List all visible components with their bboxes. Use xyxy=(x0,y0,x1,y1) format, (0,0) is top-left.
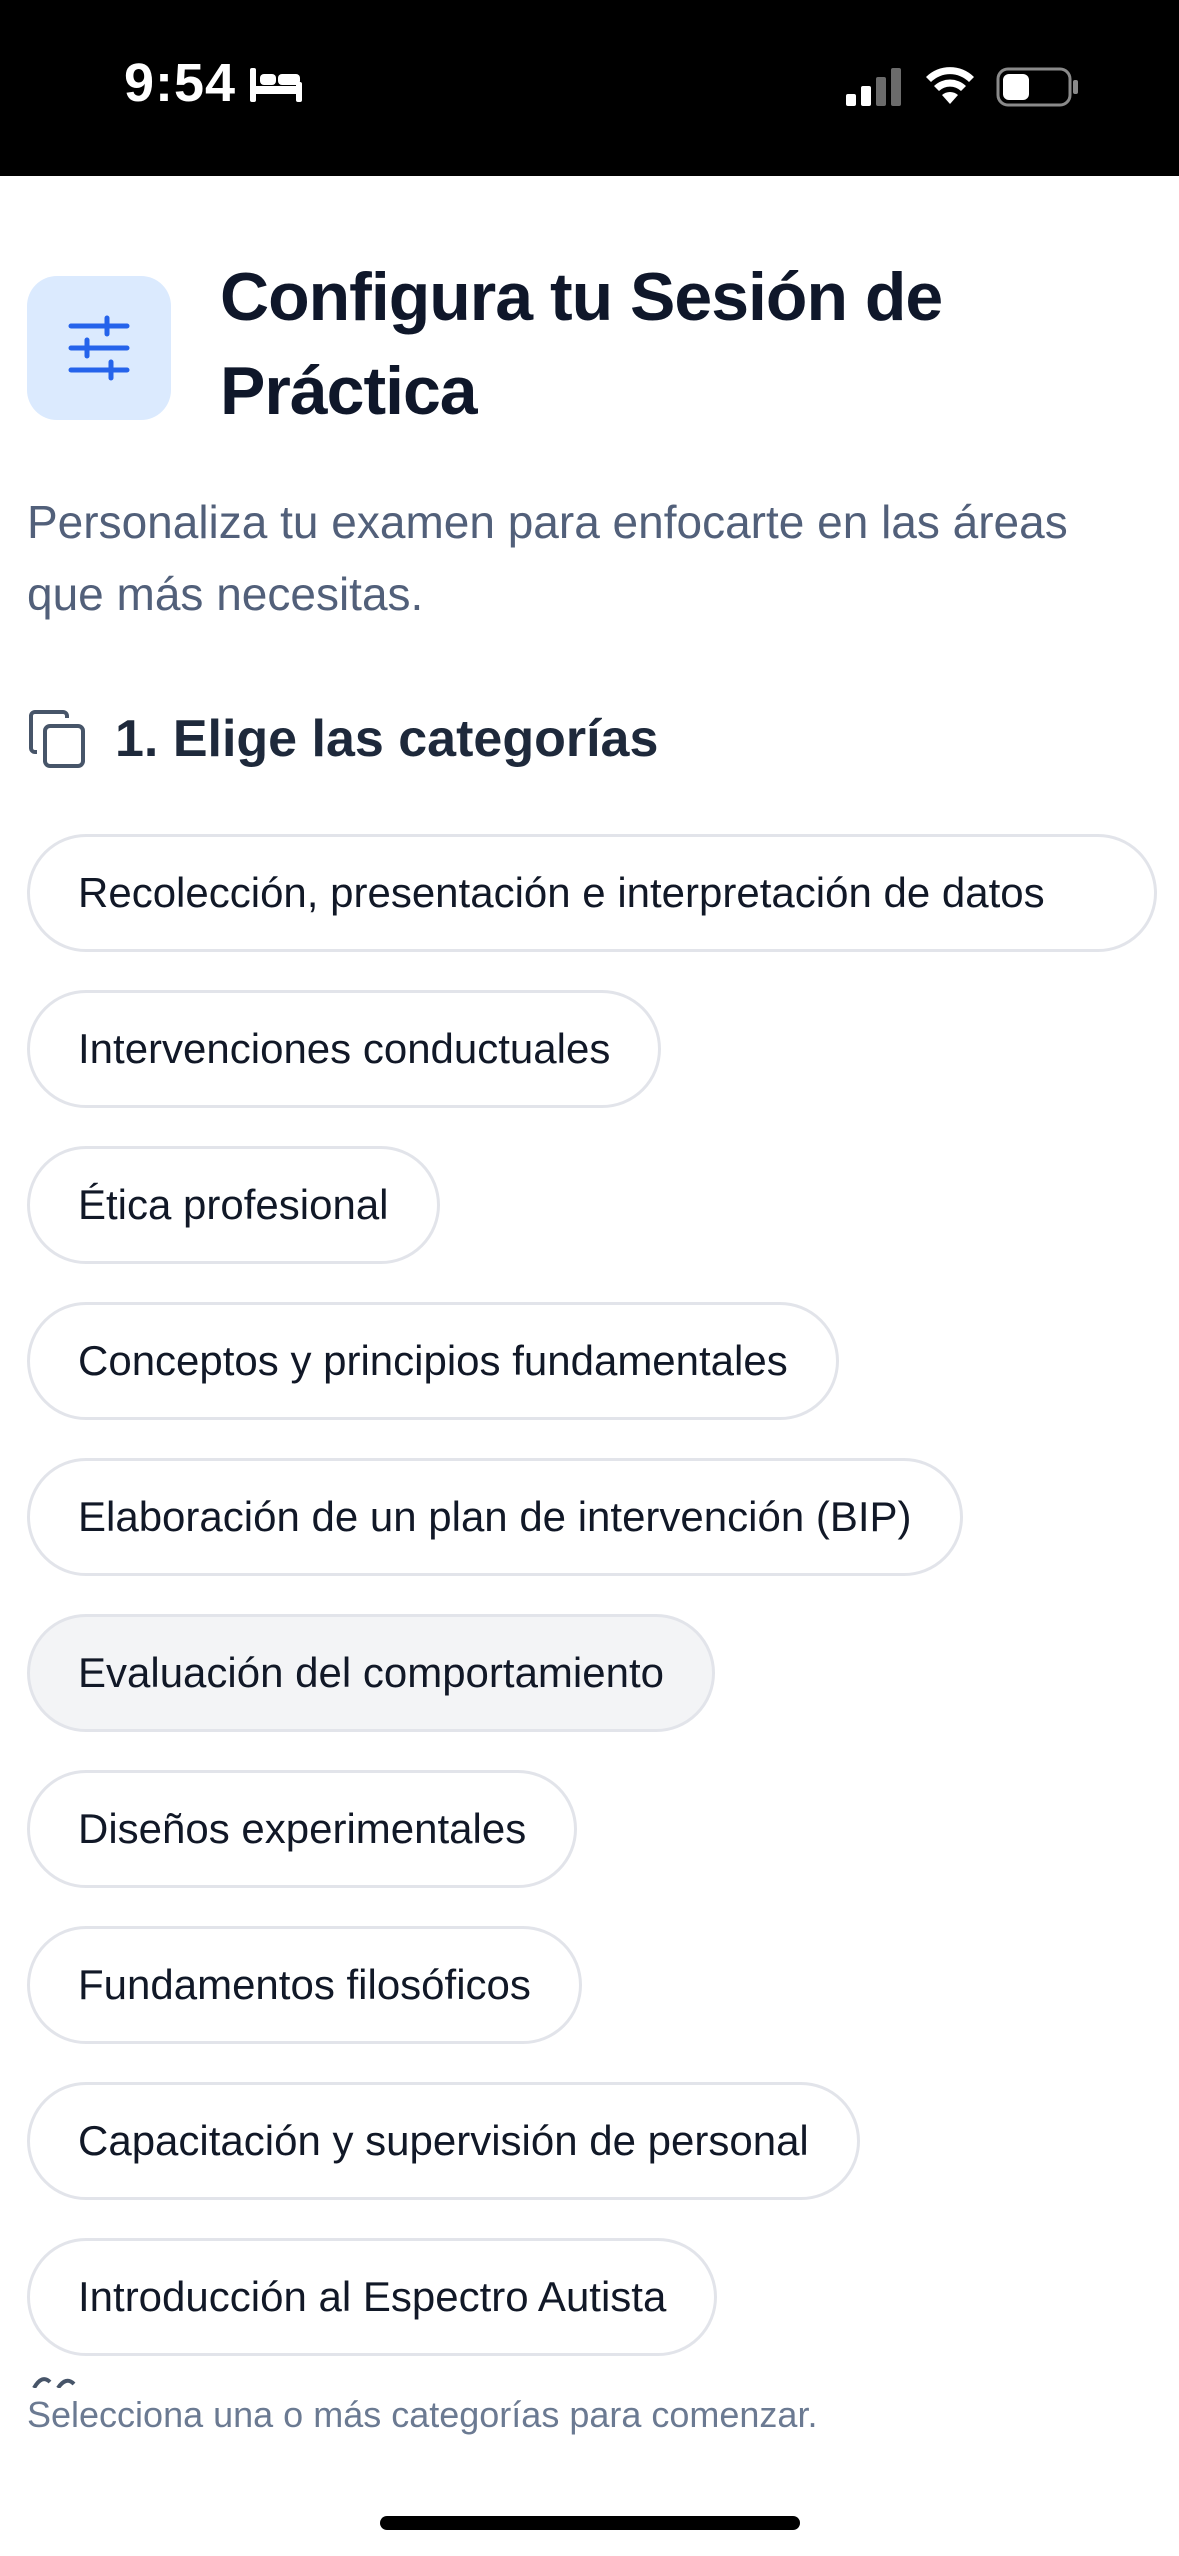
sliders-icon xyxy=(68,315,130,381)
bed-icon xyxy=(250,68,302,102)
category-chip-conceptos[interactable]: Conceptos y principios fundamentales xyxy=(27,1302,839,1420)
category-chip-datos[interactable]: Recolección, presentación e interpretaci… xyxy=(27,834,1157,952)
categories-heading: 1. Elige las categorías xyxy=(27,704,658,774)
categories-title: 1. Elige las categorías xyxy=(115,710,659,768)
category-chip-evaluacion[interactable]: Evaluación del comportamiento xyxy=(27,1614,715,1732)
category-chip-etica[interactable]: Ética profesional xyxy=(27,1146,440,1264)
battery-icon xyxy=(996,67,1078,107)
category-chip-capacitacion[interactable]: Capacitación y supervisión de personal xyxy=(27,2082,860,2200)
category-chip-intervenciones[interactable]: Intervenciones conductuales xyxy=(27,990,662,1108)
category-chip-fundamentos[interactable]: Fundamentos filosóficos xyxy=(27,1926,582,2044)
partial-section-icon xyxy=(32,2377,76,2388)
page-title: Configura tu Sesión de Práctica xyxy=(220,259,943,429)
helper-text: Selecciona una o más categorías para com… xyxy=(27,2394,818,2435)
category-chip-disenos[interactable]: Diseños experimentales xyxy=(27,1770,578,1888)
page-subtitle: Personaliza tu examen para enfocarte en … xyxy=(27,496,1068,620)
cellular-signal-icon xyxy=(846,68,901,106)
copy-icon xyxy=(29,710,85,768)
status-bar: 9:54 xyxy=(0,0,1179,176)
home-indicator[interactable] xyxy=(380,2516,800,2530)
header-icon-tile xyxy=(27,276,171,420)
status-time: 9:54 xyxy=(124,53,237,113)
category-chip-bip[interactable]: Elaboración de un plan de intervención (… xyxy=(27,1458,963,1576)
wifi-icon xyxy=(926,67,974,104)
category-chip-espectro[interactable]: Introducción al Espectro Autista xyxy=(27,2238,718,2356)
